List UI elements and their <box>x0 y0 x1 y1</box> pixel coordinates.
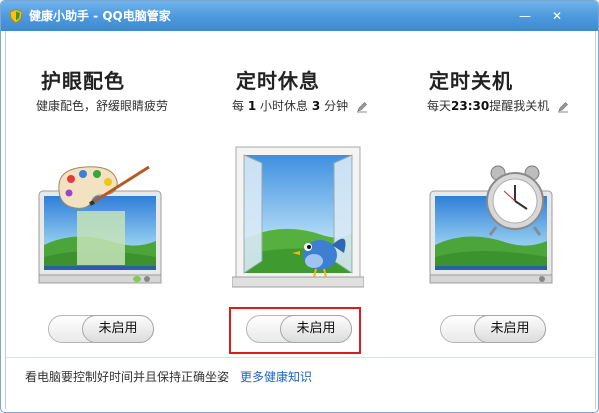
minimize-button[interactable]: — <box>514 9 536 23</box>
eye-care-title: 护眼配色 <box>41 69 125 93</box>
eye-care-desc: 健康配色，舒缓眼睛疲劳 <box>36 99 169 113</box>
highlight-annotation <box>229 307 361 354</box>
shield-logo-icon <box>9 9 23 23</box>
health-tip-text: 看电脑要控制好时间并且保持正确坐姿 <box>25 370 230 384</box>
window-title: 健康小助手 - QQ电脑管家 <box>29 9 171 23</box>
close-button[interactable]: ✕ <box>546 9 568 23</box>
eye-care-panel: 护眼配色 健康配色，舒缓眼睛疲劳 未启用 <box>6 31 202 351</box>
shutdown-time: 23:30 <box>451 99 490 113</box>
rest-duration-minutes: 3 <box>311 99 321 113</box>
timed-rest-desc: 每 1 小时休息 3 分钟 <box>232 97 368 114</box>
shutdown-toggle-label[interactable]: 未启用 <box>474 315 546 343</box>
timed-rest-title: 定时休息 <box>236 69 320 93</box>
footer-bar: 看电脑要控制好时间并且保持正确坐姿 更多健康知识 <box>6 357 595 409</box>
app-window: 健康小助手 - QQ电脑管家 — ✕ 护眼配色 健康配色，舒缓眼睛疲劳 未启用 … <box>0 0 599 413</box>
eye-care-toggle-label[interactable]: 未启用 <box>82 315 154 343</box>
more-health-tips-link[interactable]: 更多健康知识 <box>240 368 312 385</box>
rest-interval-hours: 1 <box>247 99 257 113</box>
timed-rest-panel: 定时休息 每 1 小时休息 3 分钟 未启用 <box>202 31 398 351</box>
edit-pencil-icon[interactable] <box>557 101 569 113</box>
eye-care-toggle[interactable]: 未启用 <box>48 315 154 343</box>
monitor-with-alarm-clock-icon <box>429 165 553 284</box>
shutdown-title: 定时关机 <box>429 69 513 93</box>
title-bar: 健康小助手 - QQ电脑管家 — ✕ <box>1 1 598 31</box>
monitor-with-paint-palette-icon <box>38 165 162 284</box>
shutdown-desc: 每天23:30提醒我关机 <box>427 97 569 114</box>
edit-pencil-icon[interactable] <box>356 101 368 113</box>
open-window-with-bird-icon <box>232 146 364 288</box>
shutdown-toggle[interactable]: 未启用 <box>440 315 546 343</box>
main-content: 护眼配色 健康配色，舒缓眼睛疲劳 未启用 定时休息 每 1 小时休息 3 分钟 … <box>5 31 596 409</box>
shutdown-panel: 定时关机 每天23:30提醒我关机 未启用 <box>398 31 594 351</box>
